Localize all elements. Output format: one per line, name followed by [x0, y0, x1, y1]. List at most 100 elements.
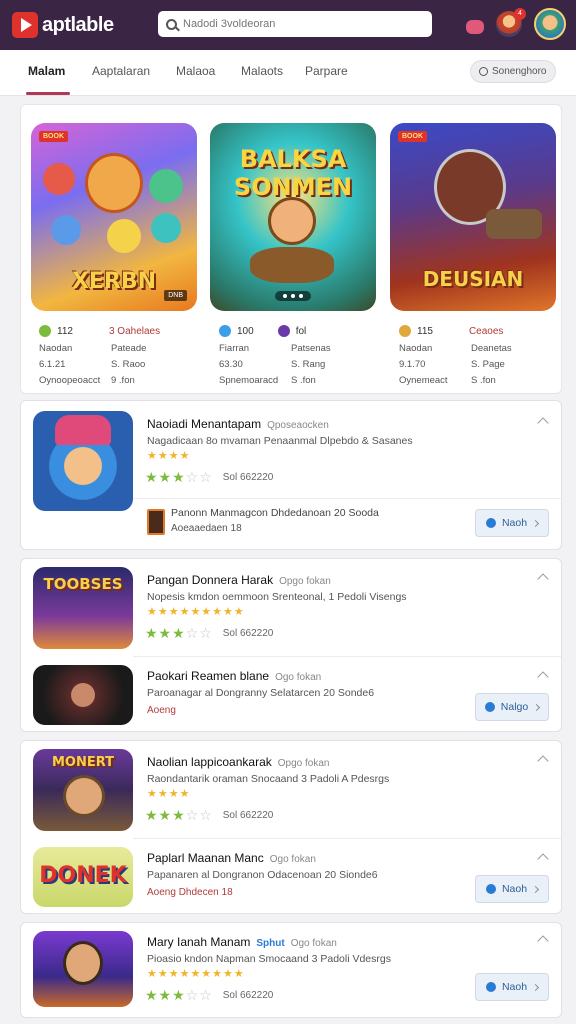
play-logo-icon — [12, 12, 38, 38]
featured-game-2[interactable]: BALKSA SONMEN — [210, 123, 376, 311]
character — [149, 169, 183, 203]
collapse-chevron-icon[interactable] — [537, 417, 549, 429]
subitem-meta: Aoeaaedaen 18 — [171, 523, 242, 534]
play-button[interactable]: Naoh — [475, 509, 549, 537]
game-title[interactable]: Paokari Reamen blane Ogo fokan — [147, 669, 321, 683]
game-thumbnail[interactable] — [33, 931, 133, 1007]
game-badge: DNB — [164, 290, 187, 301]
featured-game-3[interactable]: BOOK DEUSIAN — [390, 123, 556, 311]
game-title: DEUSIAN — [422, 267, 524, 291]
game-thumbnail[interactable] — [33, 665, 133, 725]
game-tag: BOOK — [398, 131, 427, 142]
game-title[interactable]: Mary Ianah Manam Sphut Ogo fokan — [147, 935, 337, 949]
hero-character — [268, 197, 316, 245]
gold-stars: ★★★★ — [147, 450, 191, 462]
search-icon — [479, 67, 488, 76]
star-rating: ★★★☆☆ Sol 662220 — [145, 469, 274, 485]
game-description: Paroanagar al Dongranny Selatarcen 20 So… — [147, 687, 375, 699]
play-icon — [485, 982, 496, 992]
tab-malaoa[interactable]: Malaoa — [176, 64, 215, 78]
play-button[interactable]: Nalgo — [475, 693, 549, 721]
star-rating: ★★★☆☆ Sol 662220 — [145, 625, 274, 641]
rating-icon — [399, 325, 411, 337]
hero-character — [85, 153, 143, 213]
notification-badge: 4 — [514, 8, 526, 20]
character — [63, 775, 105, 817]
app-logo[interactable]: aptlable — [12, 12, 114, 38]
play-button[interactable]: Naoh — [475, 973, 549, 1001]
chevron-right-icon — [533, 703, 541, 711]
character — [151, 213, 181, 243]
game-list-card-2: TOOBSES Pangan Donnera Harak Opgo fokan N… — [20, 558, 562, 732]
game-description: Nopesis kmdon oemmoon Srenteonal, 1 Pedo… — [147, 591, 407, 603]
collapse-chevron-icon[interactable] — [537, 573, 549, 585]
star-rating: ★★★☆☆ Sol 662220 — [145, 987, 274, 1003]
game-thumbnail[interactable]: TOOBSES — [33, 567, 133, 649]
gamepad-icon[interactable] — [466, 20, 484, 34]
category-icon — [277, 325, 290, 337]
rating-icon — [39, 325, 51, 337]
collapse-chevron-icon[interactable] — [537, 853, 549, 865]
game-title[interactable]: Naolian lappicoankarak Opgo fokan — [147, 755, 329, 769]
game-list-card-3: MONERT Naolian lappicoankarak Opgo fokan … — [20, 740, 562, 914]
tab-malaots[interactable]: Malaots — [241, 64, 283, 78]
chevron-right-icon — [532, 519, 540, 527]
tab-malam[interactable]: Malam — [28, 64, 65, 78]
featured-meta-3: 115 Ceaoes Naodan Deanetas 9.1.70 S. Page … — [399, 325, 512, 386]
character-icon[interactable]: 4 — [496, 8, 526, 37]
play-icon — [485, 884, 496, 894]
featured-games-card: BOOK XERBN DNB BALKSA SONMEN BOOK DEUSIA… — [20, 104, 562, 394]
play-icon — [484, 702, 495, 712]
game-description: Pioasio kndon Napman Smocaand 3 Padoli V… — [147, 953, 391, 965]
user-avatar[interactable] — [534, 8, 566, 40]
featured-meta-2: 100 fol Fiarran Patsenas 63.30 S. Rang Spn… — [219, 325, 331, 386]
character — [43, 163, 75, 195]
top-app-bar: aptlable 4 — [0, 0, 576, 50]
game-thumbnail[interactable] — [33, 411, 133, 511]
play-button[interactable]: Naoh — [475, 875, 549, 903]
chevron-right-icon — [532, 885, 540, 893]
rating-icon — [219, 325, 231, 337]
collapse-chevron-icon[interactable] — [537, 671, 549, 683]
featured-game-1[interactable]: BOOK XERBN DNB — [31, 123, 197, 311]
tab-search-label: Sonenghoro — [492, 66, 547, 77]
collapse-chevron-icon[interactable] — [537, 755, 549, 767]
tab-search-button[interactable]: Sonenghoro — [470, 60, 556, 83]
game-title[interactable]: Naoiadi Menantapam Qposeaocken — [147, 417, 329, 431]
game-title[interactable]: Pangan Donnera Harak Opgo fokan — [147, 573, 331, 587]
tab-bar: Malam Aaptalaran Malaoa Malaots Parpare … — [0, 50, 576, 96]
gold-stars: ★★★★★★★★★ — [147, 968, 245, 980]
game-meta: Aoeng Dhdecen 18 — [147, 887, 233, 898]
carousel-dots[interactable] — [275, 291, 311, 301]
search-input[interactable] — [183, 18, 403, 30]
game-tag: BOOK — [39, 131, 68, 142]
hammer — [486, 209, 542, 239]
active-tab-indicator — [26, 92, 70, 95]
hat — [55, 415, 111, 445]
gold-stars: ★★★★ — [147, 788, 191, 800]
play-icon — [485, 518, 496, 528]
chevron-right-icon — [532, 983, 540, 991]
ground — [250, 247, 334, 283]
game-description: Papanaren al Dongranon Odacenoan 20 Sion… — [147, 869, 378, 881]
game-list-card-4: Mary Ianah Manam Sphut Ogo fokan Pioasio k… — [20, 922, 562, 1018]
mini-thumbnail — [147, 509, 165, 535]
character — [51, 215, 81, 245]
star-rating: ★★★☆☆ Sol 662220 — [145, 807, 274, 823]
game-thumbnail[interactable]: MONERT — [33, 749, 133, 831]
subitem-title: Panonn Manmagcon Dhdedanoan 20 Sooda — [171, 507, 379, 519]
tab-aaptalaran[interactable]: Aaptalaran — [92, 64, 150, 78]
tab-parpare[interactable]: Parpare — [305, 64, 348, 78]
gold-stars: ★★★★★★★★★ — [147, 606, 245, 618]
game-list-card-1: Naoiadi Menantapam Qposeaocken Nagadicaan… — [20, 400, 562, 550]
game-thumbnail[interactable]: DONEK — [33, 847, 133, 907]
search-icon — [166, 18, 177, 30]
collapse-chevron-icon[interactable] — [537, 935, 549, 947]
game-meta: Aoeng — [147, 705, 176, 716]
search-bar[interactable] — [158, 11, 432, 37]
game-title: BALKSA SONMEN — [233, 145, 353, 201]
game-title[interactable]: Paplarl Maanan Manc Ogo fokan — [147, 851, 316, 865]
app-name: aptlable — [42, 13, 114, 36]
top-actions: 4 — [466, 8, 566, 40]
game-description: Nagadicaan 8o mvaman Penaanmal Dlpebdo &… — [147, 435, 413, 447]
